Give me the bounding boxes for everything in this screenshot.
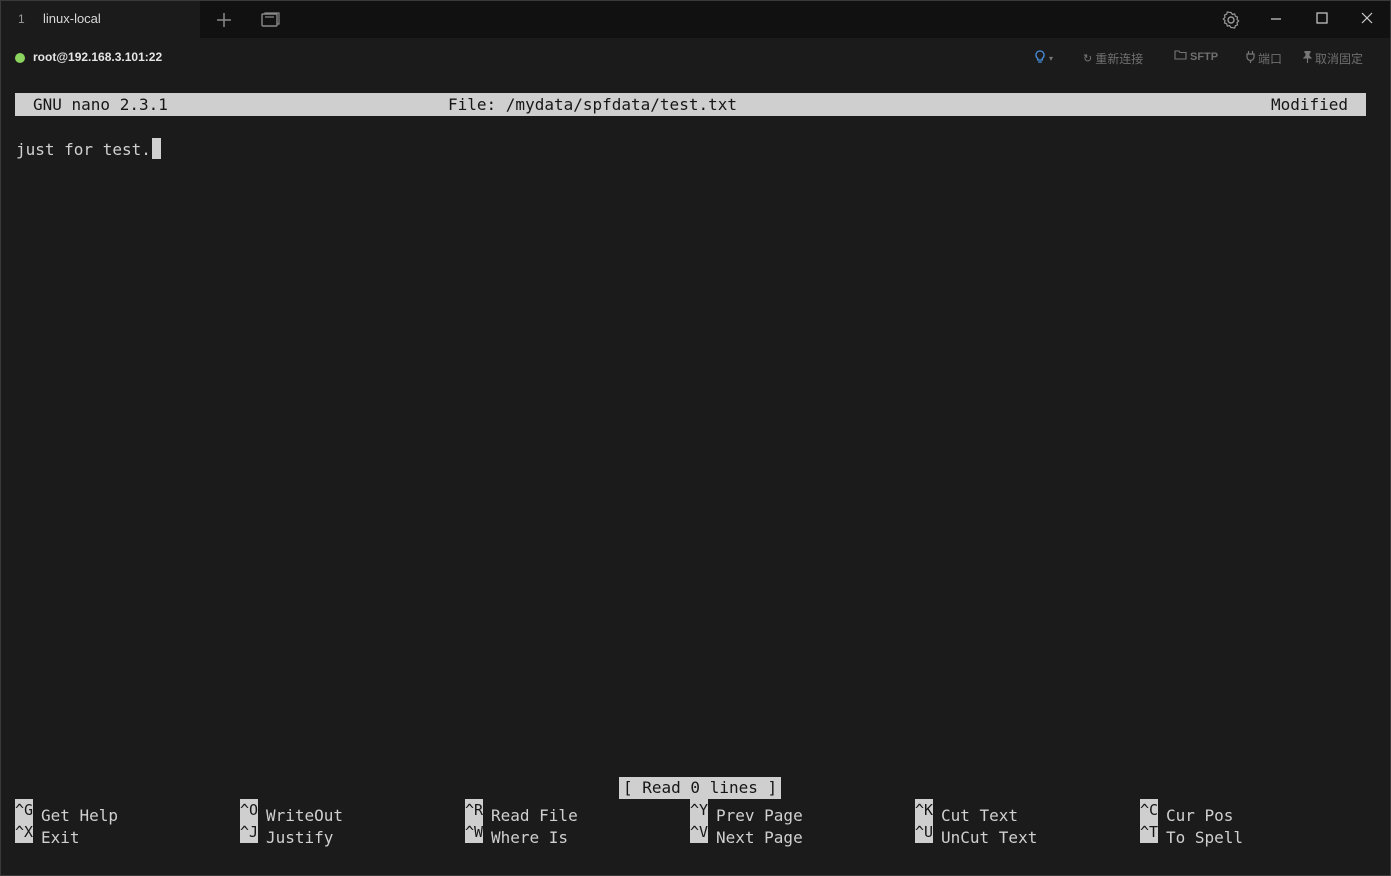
nano-shortcut: ^T To Spell (1140, 821, 1243, 847)
nano-shortcut: ^O WriteOut (240, 799, 343, 825)
shortcut-key: ^J (240, 821, 258, 843)
sftp-button[interactable]: SFTP (1174, 50, 1218, 63)
shortcut-label: Where Is (491, 828, 569, 847)
tab-title: linux-local (43, 11, 101, 26)
editor-line[interactable]: just for test. (16, 138, 161, 159)
folder-icon (1174, 50, 1187, 63)
tab-number: 1 (18, 12, 25, 26)
shortcut-key: ^X (15, 821, 33, 843)
shortcut-key: ^C (1140, 799, 1158, 821)
shortcut-key: ^K (915, 799, 933, 821)
gear-icon[interactable] (1219, 8, 1243, 32)
nano-shortcut: ^K Cut Text (915, 799, 1018, 825)
nano-shortcut: ^U UnCut Text (915, 821, 1037, 847)
shortcut-key: ^W (465, 821, 483, 843)
tab-bar: 1 linux-local (1, 1, 1390, 38)
unpin-label: 取消固定 (1315, 52, 1364, 66)
shortcut-key: ^O (240, 799, 258, 821)
nano-file-path: File: /mydata/spfdata/test.txt (448, 95, 737, 114)
shortcut-key: ^G (15, 799, 33, 821)
tab-linux-local[interactable]: 1 linux-local (1, 1, 200, 38)
plus-icon[interactable] (212, 8, 236, 32)
nano-shortcut: ^Y Prev Page (690, 799, 803, 825)
shortcut-label: Next Page (716, 828, 803, 847)
unpin-button[interactable]: 取消固定 (1302, 50, 1364, 67)
editor-text: just for test. (16, 140, 151, 159)
nano-shortcut: ^W Where Is (465, 821, 568, 847)
lightbulb-icon (1034, 50, 1046, 67)
shortcut-label: Justify (266, 828, 334, 847)
shortcut-key: ^R (465, 799, 483, 821)
chevron-down-icon: ▾ (1049, 54, 1054, 63)
window-icon[interactable] (258, 8, 282, 32)
port-label: 端口 (1258, 52, 1283, 66)
reconnect-label: 重新连接 (1095, 52, 1144, 66)
sftp-label: SFTP (1190, 50, 1219, 63)
nano-shortcut: ^G Get Help (15, 799, 118, 825)
shortcut-key: ^T (1140, 821, 1158, 843)
nano-version: GNU nano 2.3.1 (33, 95, 168, 114)
text-cursor (151, 138, 161, 159)
nano-shortcut: ^V Next Page (690, 821, 803, 847)
maximize-icon[interactable] (1310, 8, 1334, 32)
shortcut-label: To Spell (1166, 828, 1244, 847)
nano-shortcut: ^X Exit (15, 821, 80, 847)
close-icon[interactable] (1355, 8, 1379, 32)
nano-shortcut: ^C Cur Pos (1140, 799, 1233, 825)
port-button[interactable]: 端口 (1246, 50, 1282, 67)
connection-status-dot (15, 53, 25, 63)
shortcut-key: ^U (915, 821, 933, 843)
shortcut-label: Exit (41, 828, 80, 847)
nano-shortcut: ^R Read File (465, 799, 578, 825)
reconnect-button[interactable]: ↻ 重新连接 (1083, 50, 1143, 67)
shortcut-key: ^Y (690, 799, 708, 821)
connection-label: root@192.168.3.101:22 (33, 50, 163, 64)
minimize-icon[interactable] (1264, 8, 1288, 32)
nano-modified-state: Modified (1270, 95, 1348, 114)
terminal[interactable]: GNU nano 2.3.1 File: /mydata/spfdata/tes… (15, 93, 1366, 853)
nano-shortcut: ^J Justify (240, 821, 333, 847)
app-window: 1 linux-local root@192.168.3.101:22 ▾ ↻ … (0, 0, 1391, 876)
refresh-icon: ↻ (1083, 53, 1093, 65)
shortcut-label: UnCut Text (941, 828, 1038, 847)
shortcut-key: ^V (690, 821, 708, 843)
nano-status-message: [ Read 0 lines ] (619, 777, 782, 799)
connection-bar: root@192.168.3.101:22 ▾ ↻ 重新连接 SFTP 端口 取… (1, 38, 1390, 78)
plug-icon (1246, 51, 1255, 66)
nano-title-bar: GNU nano 2.3.1 File: /mydata/spfdata/tes… (15, 93, 1366, 116)
lightbulb-button[interactable]: ▾ (1034, 50, 1053, 67)
pin-icon (1302, 50, 1313, 66)
